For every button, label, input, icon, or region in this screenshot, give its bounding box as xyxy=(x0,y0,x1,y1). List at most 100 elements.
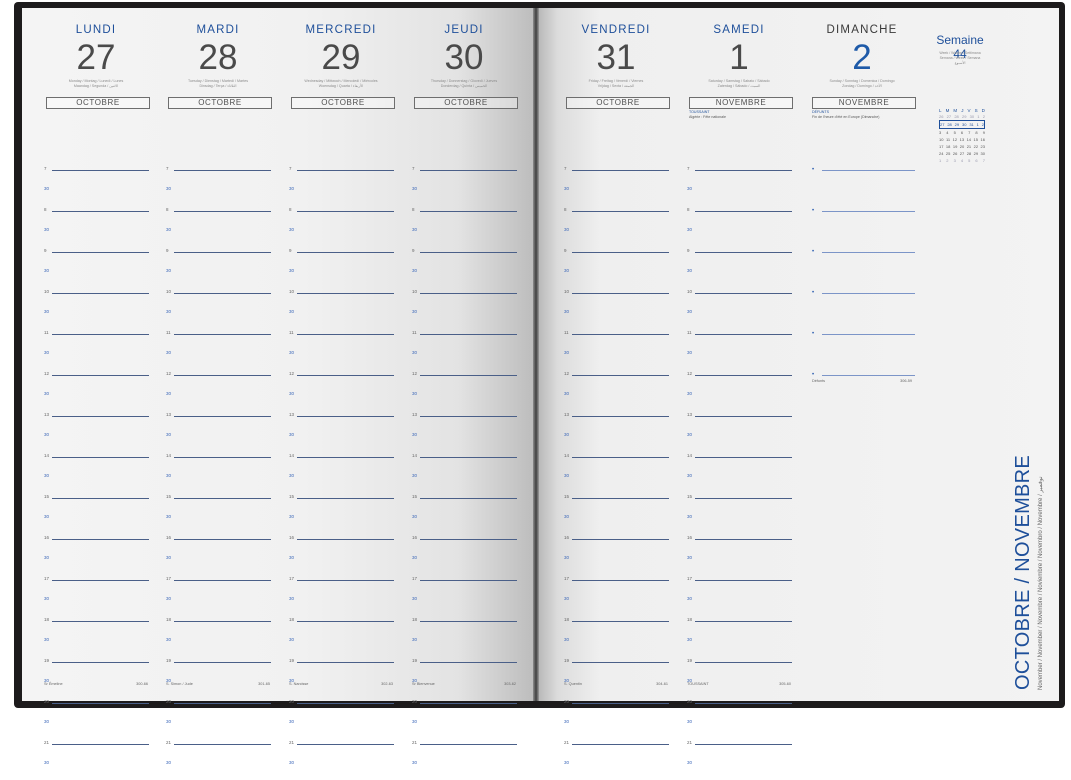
hour-slot[interactable]: 9 30 xyxy=(408,248,520,288)
hour-slot[interactable]: 16 30 xyxy=(162,535,274,575)
hour-slot[interactable]: 7 30 xyxy=(285,166,397,206)
sunday-slot[interactable]: • xyxy=(806,331,918,370)
hour-slot[interactable]: 7 30 xyxy=(560,166,672,206)
sunday-slot[interactable]: • xyxy=(806,167,918,206)
hour-label: 13 xyxy=(687,412,693,417)
hour-slot[interactable]: 12 30 xyxy=(560,371,672,411)
hour-slot[interactable]: 13 30 xyxy=(285,412,397,452)
hour-slot[interactable]: 18 30 xyxy=(683,617,795,657)
hour-slot[interactable]: 14 30 xyxy=(285,453,397,493)
hour-slot[interactable]: 21 30 xyxy=(560,740,672,780)
hour-slot[interactable]: 19 30 xyxy=(285,658,397,698)
hour-slot[interactable]: 17 30 xyxy=(285,576,397,616)
hour-slot[interactable]: 15 30 xyxy=(162,494,274,534)
hour-slot[interactable]: 20 30 xyxy=(162,699,274,739)
hour-slot[interactable]: 18 30 xyxy=(285,617,397,657)
hour-label: 18 xyxy=(564,617,570,622)
hour-slot[interactable]: 14 30 xyxy=(683,453,795,493)
hour-slot[interactable]: 9 30 xyxy=(285,248,397,288)
hour-slot[interactable]: 7 30 xyxy=(683,166,795,206)
hour-slot[interactable]: 11 30 xyxy=(683,330,795,370)
hour-slot[interactable]: 14 30 xyxy=(162,453,274,493)
hour-slot[interactable]: 16 30 xyxy=(683,535,795,575)
hour-slot[interactable]: 16 30 xyxy=(560,535,672,575)
hour-slot[interactable]: 13 30 xyxy=(162,412,274,452)
hour-slot[interactable]: 8 30 xyxy=(40,207,152,247)
hour-slot[interactable]: 17 30 xyxy=(408,576,520,616)
hour-slot[interactable]: 18 30 xyxy=(40,617,152,657)
hour-slot[interactable]: 10 30 xyxy=(408,289,520,329)
hour-slot[interactable]: 17 30 xyxy=(560,576,672,616)
sunday-slot[interactable]: • xyxy=(806,208,918,247)
hour-slot[interactable]: 20 30 xyxy=(683,699,795,739)
hour-slot[interactable]: 8 30 xyxy=(285,207,397,247)
hour-slot[interactable]: 11 30 xyxy=(40,330,152,370)
hour-slot[interactable]: 19 30 xyxy=(560,658,672,698)
hour-slot[interactable]: 11 30 xyxy=(162,330,274,370)
hour-slot[interactable]: 21 30 xyxy=(285,740,397,780)
hour-slot[interactable]: 9 30 xyxy=(560,248,672,288)
hour-slot[interactable]: 8 30 xyxy=(683,207,795,247)
hour-slot[interactable]: 19 30 xyxy=(40,658,152,698)
hour-slot[interactable]: 20 30 xyxy=(40,699,152,739)
hour-slot[interactable]: 17 30 xyxy=(162,576,274,616)
hour-slot[interactable]: 15 30 xyxy=(683,494,795,534)
hour-slot[interactable]: 20 30 xyxy=(408,699,520,739)
hour-slot[interactable]: 19 30 xyxy=(408,658,520,698)
hour-slot[interactable]: 19 30 xyxy=(162,658,274,698)
hour-slot[interactable]: 21 30 xyxy=(40,740,152,780)
hour-slot[interactable]: 18 30 xyxy=(560,617,672,657)
hour-slot[interactable]: 15 30 xyxy=(285,494,397,534)
hour-slot[interactable]: 10 30 xyxy=(285,289,397,329)
hour-slot[interactable]: 18 30 xyxy=(162,617,274,657)
hour-slot[interactable]: 12 30 xyxy=(683,371,795,411)
hour-slot[interactable]: 15 30 xyxy=(408,494,520,534)
hour-slot[interactable]: 13 30 xyxy=(408,412,520,452)
hour-slot[interactable]: 10 30 xyxy=(162,289,274,329)
hour-slot[interactable]: 11 30 xyxy=(285,330,397,370)
hour-slot[interactable]: 18 30 xyxy=(408,617,520,657)
hour-slot[interactable]: 17 30 xyxy=(40,576,152,616)
hour-slot[interactable]: 7 30 xyxy=(40,166,152,206)
hour-slot[interactable]: 7 30 xyxy=(162,166,274,206)
hour-slot[interactable]: 13 30 xyxy=(683,412,795,452)
hour-slot[interactable]: 21 30 xyxy=(162,740,274,780)
sunday-slot[interactable]: • xyxy=(806,249,918,288)
hour-slot[interactable]: 9 30 xyxy=(683,248,795,288)
hour-slot[interactable]: 10 30 xyxy=(683,289,795,329)
hour-slot[interactable]: 12 30 xyxy=(40,371,152,411)
hour-slot[interactable]: 8 30 xyxy=(560,207,672,247)
hour-slot[interactable]: 20 30 xyxy=(285,699,397,739)
hour-slot[interactable]: 10 30 xyxy=(560,289,672,329)
hour-slot[interactable]: 15 30 xyxy=(560,494,672,534)
hour-slot[interactable]: 12 30 xyxy=(285,371,397,411)
hour-slot[interactable]: 20 30 xyxy=(560,699,672,739)
hour-slot[interactable]: 9 30 xyxy=(40,248,152,288)
hour-slot[interactable]: 11 30 xyxy=(560,330,672,370)
hour-slot[interactable]: 12 30 xyxy=(408,371,520,411)
hour-slot[interactable]: 16 30 xyxy=(285,535,397,575)
hour-slot[interactable]: 10 30 xyxy=(40,289,152,329)
hour-slot[interactable]: 14 30 xyxy=(560,453,672,493)
hour-slot[interactable]: 12 30 xyxy=(162,371,274,411)
hour-slot[interactable]: 11 30 xyxy=(408,330,520,370)
hour-slot[interactable]: 14 30 xyxy=(40,453,152,493)
hour-slot[interactable]: 9 30 xyxy=(162,248,274,288)
sunday-slot[interactable]: • xyxy=(806,372,918,411)
hour-slot[interactable]: 16 30 xyxy=(40,535,152,575)
hour-slot[interactable]: 21 30 xyxy=(683,740,795,780)
hour-slot[interactable]: 19 30 xyxy=(683,658,795,698)
hour-slot[interactable]: 15 30 xyxy=(40,494,152,534)
hour-slot[interactable]: 17 30 xyxy=(683,576,795,616)
day-translations: Saturday / Samstag / Sabato / Sábado Zat… xyxy=(708,79,770,88)
hour-slot[interactable]: 8 30 xyxy=(162,207,274,247)
hour-label: 18 xyxy=(412,617,418,622)
hour-slot[interactable]: 8 30 xyxy=(408,207,520,247)
hour-slot[interactable]: 13 30 xyxy=(560,412,672,452)
hour-slot[interactable]: 16 30 xyxy=(408,535,520,575)
hour-slot[interactable]: 13 30 xyxy=(40,412,152,452)
hour-slot[interactable]: 14 30 xyxy=(408,453,520,493)
hour-slot[interactable]: 7 30 xyxy=(408,166,520,206)
hour-slot[interactable]: 21 30 xyxy=(408,740,520,780)
sunday-slot[interactable]: • xyxy=(806,290,918,329)
